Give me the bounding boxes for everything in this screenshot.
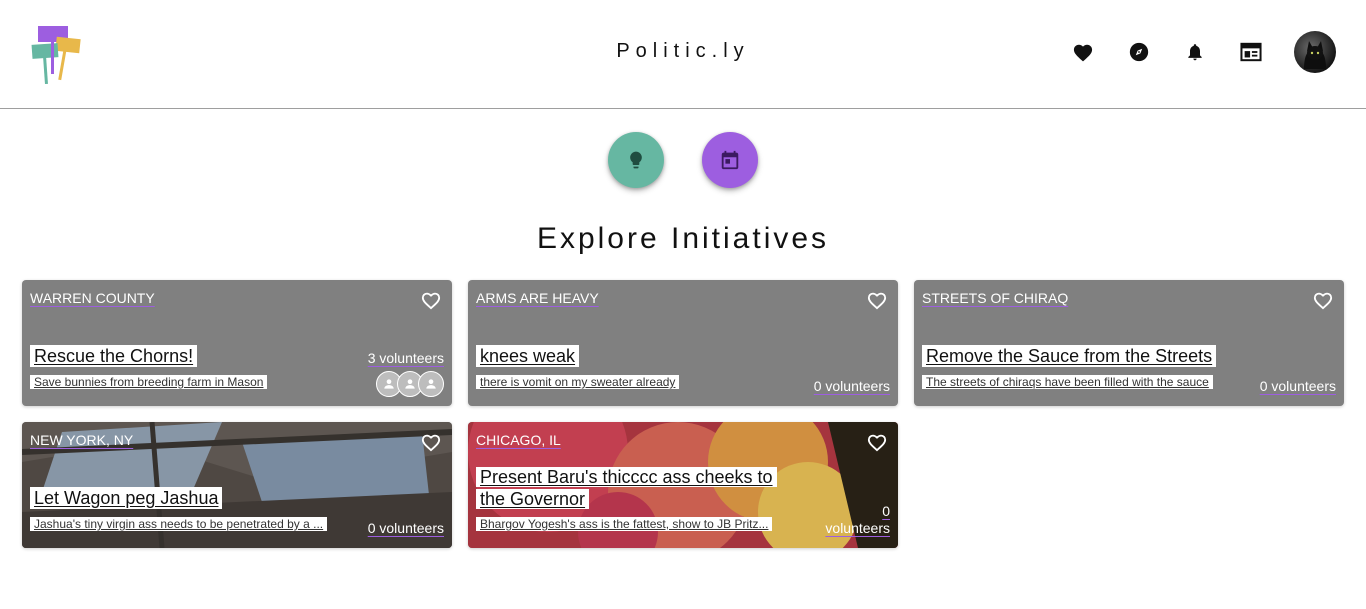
card-description: The streets of chiraqs have been filled … [922, 375, 1213, 389]
card-volunteers[interactable]: 0 volunteers [814, 378, 890, 394]
card-description: there is vomit on my sweater already [476, 375, 680, 389]
feed-nav-button[interactable] [1239, 40, 1263, 64]
cat-photo [1304, 41, 1326, 69]
heart-icon [1073, 44, 1093, 62]
calendar-icon [721, 150, 739, 170]
heart-outline-icon[interactable] [866, 432, 888, 452]
card-description: Save bunnies from breeding farm in Mason [30, 375, 268, 389]
card-title[interactable]: Present Baru's thicccc ass cheeks to the… [476, 467, 777, 509]
card-description: Jashua's tiny virgin ass needs to be pen… [30, 517, 328, 531]
card-description: Bhargov Yogesh's ass is the fattest, sho… [476, 517, 773, 531]
card-location[interactable]: WARREN COUNTY [30, 290, 155, 306]
initiative-card[interactable]: STREETS OF CHIRAQ Remove the Sauce from … [914, 280, 1344, 406]
initiative-card[interactable]: CHICAGO, IL Present Baru's thicccc ass c… [468, 422, 898, 548]
heart-outline-icon[interactable] [866, 290, 888, 310]
card-volunteers[interactable]: 0 volunteers [368, 520, 444, 536]
favorites-nav-button[interactable] [1071, 40, 1095, 64]
new-idea-button[interactable] [608, 132, 664, 188]
card-location[interactable]: CHICAGO, IL [476, 432, 561, 448]
explore-nav-button[interactable] [1127, 40, 1151, 64]
card-title[interactable]: Remove the Sauce from the Streets [922, 345, 1217, 367]
volunteer-count: 0 [882, 503, 890, 519]
card-location[interactable]: ARMS ARE HEAVY [476, 290, 599, 306]
notifications-nav-button[interactable] [1183, 40, 1207, 64]
heart-outline-icon[interactable] [1312, 290, 1334, 310]
page-title: Explore Initiatives [536, 222, 830, 255]
card-title[interactable]: Rescue the Chorns! [30, 345, 198, 367]
card-volunteers[interactable]: 0 volunteers [825, 503, 890, 537]
card-title[interactable]: Let Wagon peg Jashua [30, 487, 223, 509]
card-volunteers[interactable]: 3 volunteers [368, 350, 444, 366]
lightbulb-icon [630, 151, 642, 169]
heart-outline-icon[interactable] [420, 432, 442, 452]
initiative-card[interactable]: WARREN COUNTY Rescue the Chorns! 3 volun… [22, 280, 452, 406]
person-icon [418, 371, 444, 397]
user-avatar[interactable] [1294, 31, 1336, 73]
volunteer-avatars [376, 371, 444, 397]
card-location[interactable]: NEW YORK, NY [30, 432, 133, 448]
app-brand: Politic.ly [616, 40, 750, 62]
initiative-card[interactable]: ARMS ARE HEAVY knees weak there is vomit… [468, 280, 898, 406]
card-title[interactable]: knees weak [476, 345, 580, 367]
heart-outline-icon[interactable] [420, 290, 442, 310]
card-volunteers[interactable]: 0 volunteers [1260, 378, 1336, 394]
top-bar: Politic.ly [0, 0, 1366, 109]
card-location[interactable]: STREETS OF CHIRAQ [922, 290, 1068, 306]
card-title-wrap[interactable]: Present Baru's thicccc ass cheeks to the… [476, 466, 796, 510]
initiative-card[interactable]: NEW YORK, NY Let Wagon peg Jashua Jashua… [22, 422, 452, 548]
new-event-button[interactable] [702, 132, 758, 188]
compass-icon [1129, 42, 1149, 62]
volunteer-label: volunteers [825, 520, 890, 536]
bell-icon [1188, 44, 1202, 61]
newspaper-icon [1240, 42, 1262, 62]
